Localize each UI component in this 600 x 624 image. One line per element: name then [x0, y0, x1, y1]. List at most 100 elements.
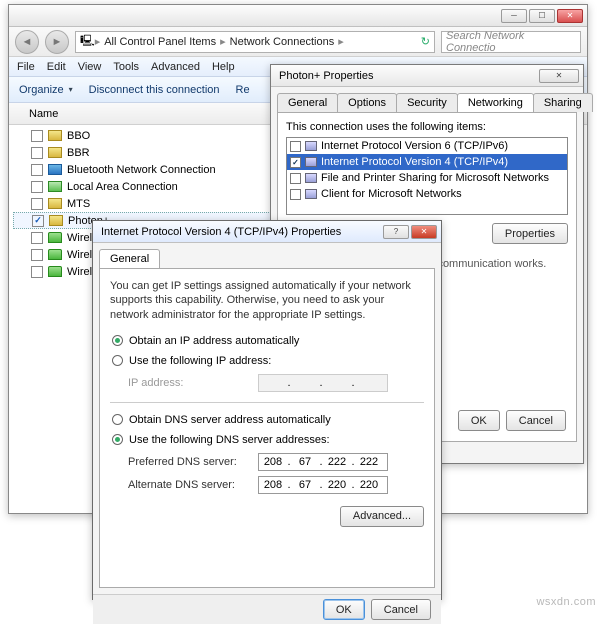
connection-icon — [48, 232, 62, 243]
ipdlg-close-button[interactable]: ✕ — [411, 225, 437, 239]
item-checkbox[interactable] — [290, 189, 301, 200]
tab-security[interactable]: Security — [396, 93, 458, 112]
connection-label: Local Area Connection — [67, 181, 178, 193]
connection-checkbox[interactable] — [31, 249, 43, 261]
disconnect-button[interactable]: Disconnect this connection — [89, 84, 220, 96]
connection-icon — [48, 198, 62, 209]
network-item[interactable]: File and Printer Sharing for Microsoft N… — [287, 170, 567, 186]
advanced-button[interactable]: Advanced... — [340, 506, 424, 527]
network-item[interactable]: Client for Microsoft Networks — [287, 186, 567, 202]
props-title: Photon+ Properties — [275, 70, 539, 82]
dns-manual-radio[interactable]: Use the following DNS server addresses: — [112, 431, 424, 449]
menu-tools[interactable]: Tools — [113, 61, 139, 73]
item-checkbox[interactable] — [290, 141, 301, 152]
connection-checkbox[interactable] — [31, 198, 43, 210]
radio-icon — [112, 414, 123, 425]
props-tabs: GeneralOptionsSecurityNetworkingSharing — [277, 93, 577, 112]
minimize-button[interactable]: ─ — [501, 9, 527, 23]
menu-view[interactable]: View — [78, 61, 102, 73]
item-checkbox[interactable]: ✓ — [290, 157, 301, 168]
ipdlg-body: You can get IP settings assigned automat… — [99, 268, 435, 588]
protocol-icon — [305, 141, 317, 151]
connection-label: MTS — [67, 198, 90, 210]
watermark: wsxdn.com — [536, 596, 596, 608]
maximize-button[interactable]: ☐ — [529, 9, 555, 23]
close-button[interactable]: ✕ — [557, 9, 583, 23]
connection-label: Bluetooth Network Connection — [67, 164, 216, 176]
protocol-icon — [305, 173, 317, 183]
props-title-bar[interactable]: Photon+ Properties ✕ — [271, 65, 583, 87]
ip-auto-radio[interactable]: Obtain an IP address automatically — [112, 332, 424, 350]
back-button[interactable]: ◄ — [15, 30, 39, 54]
ip-manual-radio[interactable]: Use the following IP address: — [112, 352, 424, 370]
protocol-icon — [305, 189, 317, 199]
radio-icon — [112, 434, 123, 445]
breadcrumb[interactable]: 🖳 ▸ All Control Panel Items ▸ Network Co… — [75, 31, 435, 53]
connection-checkbox[interactable] — [31, 147, 43, 159]
props-ok-button[interactable]: OK — [458, 410, 500, 431]
connection-icon — [48, 147, 62, 158]
forward-button[interactable]: ► — [45, 30, 69, 54]
connection-icon — [48, 164, 62, 175]
connection-checkbox[interactable] — [31, 266, 43, 278]
ipdlg-title: Internet Protocol Version 4 (TCP/IPv4) P… — [97, 226, 383, 238]
alternate-dns-label: Alternate DNS server: — [128, 479, 258, 491]
item-label: Internet Protocol Version 6 (TCP/IPv6) — [321, 140, 508, 152]
radio-icon — [112, 355, 123, 366]
network-items-list[interactable]: Internet Protocol Version 6 (TCP/IPv6) ✓ I… — [286, 137, 568, 215]
connection-checkbox[interactable] — [31, 181, 43, 193]
connection-icon — [49, 215, 63, 226]
network-item[interactable]: Internet Protocol Version 6 (TCP/IPv6) — [287, 138, 567, 154]
search-input[interactable]: Search Network Connectio — [441, 31, 581, 53]
dns-manual-label: Use the following DNS server addresses: — [129, 434, 330, 446]
connection-checkbox[interactable] — [31, 232, 43, 244]
nav-bar: ◄ ► 🖳 ▸ All Control Panel Items ▸ Networ… — [9, 27, 587, 57]
ip-address-label: IP address: — [128, 377, 258, 389]
ipdlg-title-bar[interactable]: Internet Protocol Version 4 (TCP/IPv4) P… — [93, 221, 441, 243]
properties-button[interactable]: Properties — [492, 223, 568, 244]
organize-button[interactable]: Organize — [19, 84, 73, 96]
ip-auto-label: Obtain an IP address automatically — [129, 335, 299, 347]
network-item[interactable]: ✓ Internet Protocol Version 4 (TCP/IPv4) — [287, 154, 567, 170]
item-label: Client for Microsoft Networks — [321, 188, 462, 200]
connection-checkbox[interactable]: ✓ — [32, 215, 44, 227]
ip-manual-label: Use the following IP address: — [129, 355, 271, 367]
props-close-button[interactable]: ✕ — [539, 69, 579, 83]
preferred-dns-label: Preferred DNS server: — [128, 456, 258, 468]
column-name[interactable]: Name — [29, 108, 58, 120]
tcpip-properties-dialog: Internet Protocol Version 4 (TCP/IPv4) P… — [92, 220, 442, 600]
rename-button[interactable]: Re — [236, 84, 250, 96]
connection-icon — [48, 181, 62, 192]
alternate-dns-input[interactable]: 208. 67. 220. 220 — [258, 476, 388, 494]
dns-auto-radio[interactable]: Obtain DNS server address automatically — [112, 411, 424, 429]
menu-help[interactable]: Help — [212, 61, 235, 73]
preferred-dns-input[interactable]: 208. 67. 222. 222 — [258, 453, 388, 471]
connection-label: BBO — [67, 130, 90, 142]
menu-advanced[interactable]: Advanced — [151, 61, 200, 73]
tab-options[interactable]: Options — [337, 93, 397, 112]
radio-icon — [112, 335, 123, 346]
ipdlg-tab-general[interactable]: General — [99, 249, 160, 268]
item-checkbox[interactable] — [290, 173, 301, 184]
ip-address-input: ... — [258, 374, 388, 392]
refresh-icon[interactable]: ↻ — [421, 35, 430, 48]
tab-general[interactable]: General — [277, 93, 338, 112]
props-cancel-button[interactable]: Cancel — [506, 410, 566, 431]
ipdlg-ok-button[interactable]: OK — [323, 599, 365, 620]
ipdlg-cancel-button[interactable]: Cancel — [371, 599, 431, 620]
crumb-1[interactable]: Network Connections — [226, 36, 339, 48]
connection-label: BBR — [67, 147, 90, 159]
crumb-0[interactable]: All Control Panel Items — [100, 36, 220, 48]
explorer-title-bar[interactable]: ─ ☐ ✕ — [9, 5, 587, 27]
tab-networking[interactable]: Networking — [457, 93, 534, 112]
menu-file[interactable]: File — [17, 61, 35, 73]
connection-icon — [48, 130, 62, 141]
item-label: File and Printer Sharing for Microsoft N… — [321, 172, 549, 184]
connection-checkbox[interactable] — [31, 164, 43, 176]
item-label: Internet Protocol Version 4 (TCP/IPv4) — [321, 156, 508, 168]
items-label: This connection uses the following items… — [286, 121, 568, 133]
tab-sharing[interactable]: Sharing — [533, 93, 593, 112]
connection-checkbox[interactable] — [31, 130, 43, 142]
ipdlg-help-button[interactable]: ? — [383, 225, 409, 239]
menu-edit[interactable]: Edit — [47, 61, 66, 73]
